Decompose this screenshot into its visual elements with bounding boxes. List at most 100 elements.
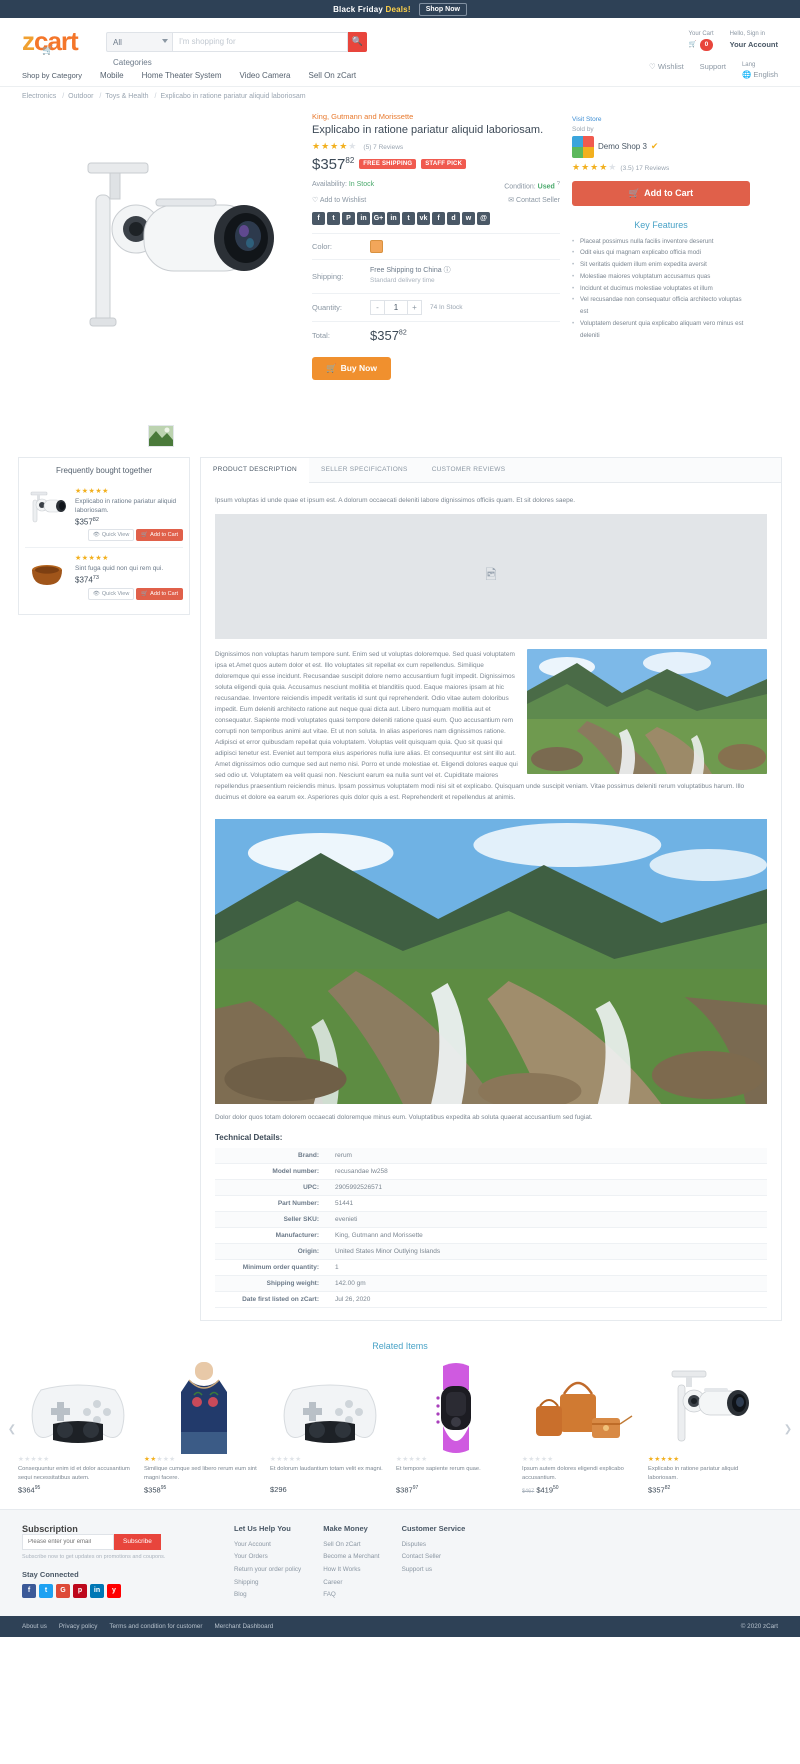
product-name[interactable]: Explicabo in ratione pariatur aliquid la…: [75, 497, 183, 515]
youtube-icon[interactable]: y: [107, 1583, 121, 1598]
logo[interactable]: zcart 🛒: [22, 26, 96, 57]
footer-link[interactable]: Sell On zCart: [323, 1539, 379, 1552]
footer-link[interactable]: Support us: [402, 1564, 466, 1577]
nav-support[interactable]: Support: [700, 62, 726, 80]
seller-rating-text[interactable]: (3.5) 17 Reviews: [620, 165, 669, 172]
breadcrumb-item[interactable]: Outdoor: [58, 93, 93, 100]
diaspora-icon[interactable]: d: [447, 211, 460, 225]
color-swatch-option[interactable]: [370, 239, 383, 253]
list-item[interactable]: ★★★★★ Et dolorum laudantium totam velit …: [270, 1361, 390, 1495]
email-icon[interactable]: @: [477, 211, 490, 225]
footer-link[interactable]: How It Works: [323, 1564, 379, 1577]
product-name[interactable]: Explicabo in ratione pariatur aliquid la…: [648, 1465, 768, 1483]
seller-logo[interactable]: [572, 135, 594, 158]
quantity-increase-button[interactable]: +: [407, 299, 422, 315]
footer-link[interactable]: Career: [323, 1577, 379, 1590]
footer-link[interactable]: Your Account: [234, 1539, 301, 1552]
facebook-icon[interactable]: f: [22, 1583, 36, 1598]
product-name[interactable]: Consequuntur enim id et dolor accusantiu…: [18, 1465, 138, 1483]
search-input[interactable]: [172, 31, 348, 52]
list-item[interactable]: ★★★★★ Et tempore sapiente rerum quae. $3…: [396, 1361, 516, 1495]
nav-item-home-theater[interactable]: Home Theater System: [142, 71, 222, 80]
list-item[interactable]: ★★★★★ Ipsum autem dolores eligendi expli…: [522, 1361, 642, 1495]
search-button[interactable]: 🔍: [348, 31, 367, 52]
linkedin-icon[interactable]: in: [90, 1583, 104, 1598]
whatsapp-icon[interactable]: w: [462, 211, 475, 225]
thumbnail-1[interactable]: [148, 424, 174, 447]
add-to-wishlist-button[interactable]: ♡ Add to Wishlist: [312, 196, 366, 204]
footer-link-merchant-dashboard[interactable]: Merchant Dashboard: [214, 1623, 273, 1630]
nav-language[interactable]: Lang 🌐 English: [742, 62, 778, 80]
add-to-cart-button[interactable]: 🛒 Add to Cart: [136, 588, 183, 601]
twitter-icon[interactable]: t: [327, 211, 340, 225]
quantity-decrease-button[interactable]: -: [370, 299, 385, 315]
twitter-icon[interactable]: t: [39, 1583, 53, 1598]
info-icon[interactable]: ⓘ: [444, 267, 451, 274]
quick-view-button[interactable]: 👁 Quick View: [87, 588, 135, 601]
product-name[interactable]: Similique cumque sed libero rerum eum si…: [144, 1465, 264, 1483]
product-main-image[interactable]: [22, 106, 300, 391]
tab-customer-reviews[interactable]: CUSTOMER REVIEWS: [420, 458, 518, 482]
reddit-icon[interactable]: in: [357, 211, 370, 225]
account-widget[interactable]: Hello, Sign in Your Account: [730, 30, 778, 50]
quantity-stepper[interactable]: - 1 +: [370, 299, 422, 315]
linkedin-icon[interactable]: in: [387, 211, 400, 225]
chevron-right-icon[interactable]: ❯: [782, 1423, 794, 1435]
vk-icon[interactable]: vk: [417, 211, 430, 225]
facebook-icon[interactable]: f: [312, 211, 325, 225]
breadcrumb-item[interactable]: Toys & Health: [95, 93, 148, 100]
google-plus-icon[interactable]: G: [56, 1583, 70, 1598]
product-brand[interactable]: King, Gutmann and Morissette: [312, 112, 560, 121]
pinterest-icon[interactable]: P: [342, 211, 355, 225]
quick-view-button[interactable]: 👁 Quick View: [87, 529, 135, 542]
list-item[interactable]: ★★★★★ Consequuntur enim id et dolor accu…: [18, 1361, 138, 1495]
google-plus-icon[interactable]: G+: [372, 211, 385, 225]
footer-link-privacy-policy[interactable]: Privacy policy: [59, 1623, 98, 1630]
list-item[interactable]: ★★★★★ Explicabo in ratione pariatur aliq…: [25, 481, 183, 549]
footer-link[interactable]: Return your order policy: [234, 1564, 301, 1577]
shop-now-button[interactable]: Shop Now: [418, 2, 467, 16]
breadcrumb-item[interactable]: Electronics: [22, 93, 56, 100]
product-name[interactable]: Ipsum autem dolores eligendi explicabo a…: [522, 1465, 642, 1483]
lower-section: Frequently bought together ★★★★★ Explica…: [0, 456, 800, 1336]
footer-link[interactable]: Contact Seller: [402, 1551, 466, 1564]
category-select[interactable]: All Categories: [106, 31, 172, 67]
contact-seller-button[interactable]: ✉ Contact Seller: [508, 196, 560, 204]
quantity-value[interactable]: 1: [385, 299, 407, 315]
buy-now-button[interactable]: 🛒 Buy Now: [312, 356, 391, 380]
heart-icon: ♡: [649, 62, 656, 71]
info-icon[interactable]: ?: [557, 181, 560, 187]
tab-seller-specifications[interactable]: SELLER SPECIFICATIONS: [309, 458, 420, 482]
flipboard-icon[interactable]: f: [432, 211, 445, 225]
chevron-left-icon[interactable]: ❮: [6, 1423, 18, 1435]
list-item[interactable]: ★★★★★ Explicabo in ratione pariatur aliq…: [648, 1361, 768, 1495]
list-item[interactable]: ★★★★★ Similique cumque sed libero rerum …: [144, 1361, 264, 1495]
footer-link-about-us[interactable]: About us: [22, 1623, 47, 1630]
footer-link[interactable]: Become a Merchant: [323, 1551, 379, 1564]
footer-link[interactable]: Your Orders: [234, 1551, 301, 1564]
product-name[interactable]: Et dolorum laudantium totam velit ex mag…: [270, 1465, 390, 1483]
footer-link[interactable]: FAQ: [323, 1589, 379, 1602]
tab-product-description[interactable]: PRODUCT DESCRIPTION: [201, 457, 309, 483]
seller-name[interactable]: Demo Shop 3: [598, 142, 647, 151]
nav-item-shop-by-category[interactable]: Shop by Category: [22, 71, 82, 80]
visit-store-link[interactable]: Visit Store: [572, 116, 602, 123]
footer-link[interactable]: Disputes: [402, 1539, 466, 1552]
product-name[interactable]: Et tempore sapiente rerum quae.: [396, 1465, 516, 1483]
pinterest-icon[interactable]: p: [73, 1583, 87, 1598]
add-to-cart-button[interactable]: 🛒 Add to Cart: [136, 529, 183, 542]
footer-link[interactable]: Blog: [234, 1589, 301, 1602]
add-to-cart-button[interactable]: 🛒 Add to Cart: [572, 180, 750, 206]
review-count[interactable]: (5) 7 Reviews: [363, 144, 403, 151]
email-field[interactable]: [22, 1533, 114, 1550]
nav-wishlist[interactable]: ♡ Wishlist: [649, 62, 684, 80]
nav-item-video-camera[interactable]: Video Camera: [240, 71, 291, 80]
footer-link[interactable]: Shipping: [234, 1577, 301, 1590]
product-name[interactable]: Sint fuga quid non qui rem qui.: [75, 564, 183, 573]
tumblr-icon[interactable]: t: [402, 211, 415, 225]
cart-widget[interactable]: Your Cart 🛒 0: [689, 30, 714, 51]
nav-item-sell-on-zcart[interactable]: Sell On zCart: [309, 71, 357, 80]
footer-link-terms[interactable]: Terms and condition for customer: [109, 1623, 202, 1630]
subscribe-button[interactable]: Subscribe: [114, 1533, 161, 1550]
list-item[interactable]: ★★★★★ Sint fuga quid non qui rem qui. $3…: [25, 548, 183, 606]
